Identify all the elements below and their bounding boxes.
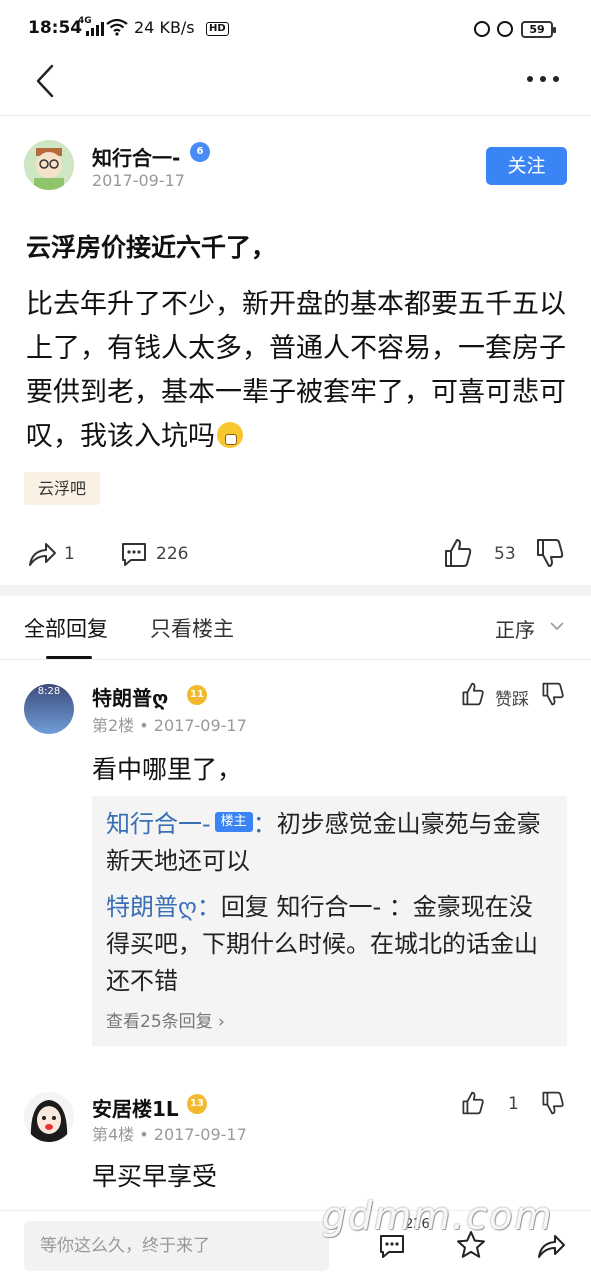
nav-bar (0, 58, 591, 116)
author-name[interactable]: 知行合一- (92, 142, 180, 171)
reply-level-badge: 11 (187, 685, 207, 705)
tab-all-replies[interactable]: 全部回复 (24, 613, 108, 643)
alarm-icon (497, 21, 513, 37)
reply-meta: 第2楼 • 2017-09-17 (92, 716, 247, 735)
status-bar: 18:54 4G 24 KB/s HD 59 (0, 0, 591, 58)
more-horizontal-icon[interactable] (527, 75, 559, 83)
share-count: 1 (64, 544, 75, 564)
view-more-label: 查看25条回复 (106, 1012, 213, 1032)
hd-icon: HD (206, 22, 229, 36)
reply-date: 2017-09-17 (153, 1125, 247, 1144)
thumbs-up-icon[interactable] (443, 537, 473, 569)
author-level-badge: 6 (190, 142, 210, 162)
reply-meta: 第4楼 • 2017-09-17 (92, 1125, 247, 1144)
chevron-down-icon[interactable] (550, 619, 564, 633)
reply-input[interactable] (24, 1221, 329, 1271)
reply-floor: 第2楼 (92, 716, 135, 735)
reply-like-count: 1 (508, 1094, 519, 1114)
sub-reply: 特朗普ღ：回复 知行合一- ：金豪现在没得买吧，下期什么时候。在城北的话金山还不… (106, 893, 538, 995)
thumbs-down-icon[interactable] (541, 681, 565, 707)
reply-text: 看中哪里了， (92, 755, 243, 784)
like-count: 53 (494, 544, 516, 564)
sub-reply-box[interactable]: 知行合一- 楼主 ：初步感觉金山豪苑与金豪新天地还可以 特朗普ღ：回复 知行合一- … (92, 796, 567, 1046)
comment-icon[interactable] (119, 539, 149, 569)
post-date: 2017-09-17 (92, 171, 185, 190)
wifi-icon (106, 18, 128, 36)
grimace-emoji-icon (217, 421, 243, 448)
chevron-left-icon[interactable] (30, 63, 66, 99)
thumbs-up-icon[interactable] (461, 1090, 485, 1116)
host-tag: 楼主 (214, 812, 253, 832)
section-divider (0, 585, 591, 596)
signal-icon (86, 20, 104, 36)
reply-floor: 第4楼 (92, 1125, 135, 1144)
reply-avatar[interactable] (24, 1092, 74, 1142)
view-more-replies-link[interactable]: 查看25条回复 › (106, 1007, 225, 1032)
forum-tag[interactable]: 云浮吧 (24, 472, 101, 505)
reply-author-name[interactable]: 特朗普ღ (92, 682, 168, 711)
network-speed: 24 KB/s (134, 18, 195, 37)
reply-text: 早买早享受 (92, 1162, 218, 1191)
author-avatar[interactable] (24, 140, 74, 190)
reply-level-badge: 13 (187, 1094, 207, 1114)
tab-host-only[interactable]: 只看楼主 (150, 613, 234, 643)
thumbs-up-icon[interactable] (461, 681, 485, 707)
sort-toggle[interactable]: 正序 (495, 614, 535, 643)
reply-author-name[interactable]: 安居楼1L (92, 1093, 179, 1122)
avatar-clock-text: 8:28 (37, 686, 61, 697)
sub-reply-author[interactable]: 特朗普ღ (106, 893, 197, 921)
share-icon[interactable] (26, 539, 58, 569)
thumbs-down-icon[interactable] (535, 537, 565, 569)
watermark: gdmm.com (322, 1194, 554, 1238)
comment-count: 226 (156, 544, 189, 564)
status-time: 18:54 (28, 18, 83, 38)
rotation-lock-icon (474, 21, 490, 37)
battery-icon: 59 (521, 21, 556, 38)
tabs-divider (0, 659, 591, 660)
post-title: 云浮房价接近六千了， (26, 233, 277, 262)
follow-button[interactable]: 关注 (486, 147, 567, 185)
sub-reply: 知行合一- 楼主 ：初步感觉金山豪苑与金豪新天地还可以 (106, 810, 541, 875)
post-body-text: 比去年升了不少，新开盘的基本都要五千五以上了，有钱人太多，普通人不容易，一套房子… (26, 289, 566, 452)
reply-avatar[interactable]: 8:28 (24, 684, 74, 734)
post-body: 比去年升了不少，新开盘的基本都要五千五以上了，有钱人太多，普通人不容易，一套房子… (26, 283, 566, 459)
thumbs-down-icon[interactable] (541, 1090, 565, 1116)
sub-reply-author[interactable]: 知行合一- (106, 810, 211, 838)
reply-date: 2017-09-17 (153, 716, 247, 735)
vote-label: 赞踩 (495, 690, 529, 710)
